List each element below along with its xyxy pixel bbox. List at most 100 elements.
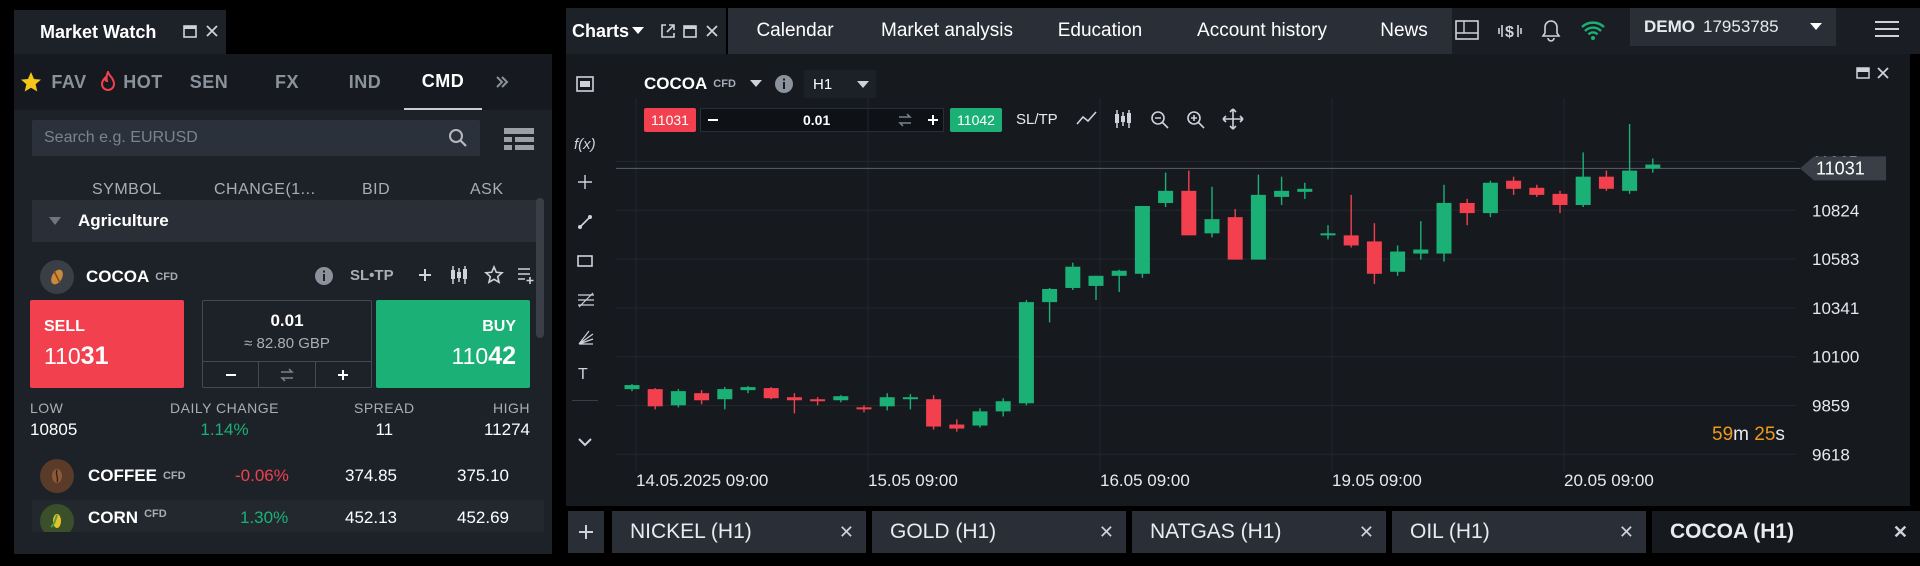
flame-icon <box>101 71 116 91</box>
dollar-exchange-icon[interactable]: $ <box>1496 18 1524 49</box>
y-tick-label: 10824 <box>1812 201 1859 220</box>
tab-account-history[interactable]: Account history <box>1168 8 1356 54</box>
favorite-star-icon[interactable] <box>484 264 504 290</box>
group-label: Agriculture <box>78 211 169 230</box>
candle-body <box>810 399 826 402</box>
info-icon[interactable] <box>314 266 334 291</box>
col-bid[interactable]: BID <box>362 181 390 199</box>
layout-icon[interactable] <box>1454 18 1480 47</box>
stat-low-value: 10805 <box>30 420 78 439</box>
sell-button[interactable]: SELL 11031 <box>30 300 184 388</box>
search-input[interactable]: Search e.g. EURUSD <box>32 120 480 156</box>
tab-market-analysis[interactable]: Market analysis <box>862 8 1032 54</box>
more-tabs-icon[interactable] <box>482 54 522 110</box>
countdown-seconds-unit: s <box>1775 424 1785 445</box>
tab-cmd[interactable]: CMD <box>404 54 482 110</box>
instrument-type: CFD <box>155 271 178 283</box>
candle-body <box>1204 219 1220 234</box>
swap-icon[interactable] <box>259 362 316 387</box>
chart-tab-oil[interactable]: OIL (H1) ✕ <box>1392 511 1646 553</box>
candle <box>1204 186 1220 238</box>
lot-increase-button[interactable] <box>316 362 371 387</box>
candle-body <box>902 397 918 400</box>
account-selector[interactable]: DEMO 17953785 <box>1630 8 1836 46</box>
candle <box>1529 184 1545 197</box>
sltp-button[interactable]: SL•TP <box>350 267 394 284</box>
popout-icon[interactable] <box>660 23 676 44</box>
buy-button[interactable]: BUY 11042 <box>376 300 530 388</box>
candles-icon[interactable] <box>448 264 470 291</box>
row-symbol: COFFEE <box>88 466 157 485</box>
lot-size-control: 0.01 ≈ 82.80 GBP <box>202 300 372 388</box>
tab-fav-label: FAV <box>51 71 87 92</box>
tab-charts[interactable]: Charts <box>566 8 726 54</box>
maximize-icon[interactable] <box>182 23 198 44</box>
candle-body <box>1158 190 1174 203</box>
lot-size-input[interactable]: 0.01 <box>203 311 371 331</box>
maximize-icon[interactable] <box>682 23 698 44</box>
chart-tab-nickel[interactable]: NICKEL (H1) ✕ <box>612 511 866 553</box>
candle <box>1320 225 1336 240</box>
tab-fx[interactable]: FX <box>248 54 326 110</box>
chart-tab-cocoa-active[interactable]: COCOA (H1) ✕ <box>1652 511 1920 553</box>
search-icon[interactable] <box>448 128 468 153</box>
candle-body <box>879 397 895 407</box>
candle-body <box>1390 251 1406 272</box>
tab-hot[interactable]: HOT <box>92 54 170 110</box>
stat-high-value: 11274 <box>483 420 530 439</box>
market-watch-tab[interactable]: Market Watch <box>14 10 226 54</box>
lot-decrease-button[interactable] <box>203 362 260 387</box>
candle-body <box>1343 235 1359 246</box>
candle-body <box>1274 190 1290 197</box>
chevron-down-icon <box>632 27 645 34</box>
close-icon[interactable]: ✕ <box>1893 522 1908 543</box>
col-ask[interactable]: ASK <box>470 181 504 199</box>
corn-logo-icon <box>40 504 74 532</box>
buy-price-pips: 42 <box>488 342 516 370</box>
tab-sen[interactable]: SEN <box>170 54 248 110</box>
row-bid: 374.85 <box>345 466 397 485</box>
chart-tab-natgas[interactable]: NATGAS (H1) ✕ <box>1132 511 1386 553</box>
candle-countdown: 59m 25s <box>1712 424 1785 446</box>
chart-tab-gold[interactable]: GOLD (H1) ✕ <box>872 511 1126 553</box>
watchlist-add-icon[interactable] <box>516 265 536 290</box>
candle <box>1459 198 1475 226</box>
stat-spread-value: 11 <box>375 420 394 439</box>
col-change[interactable]: CHANGE(1... <box>214 181 316 199</box>
chart-tabs-bar: NICKEL (H1) ✕ GOLD (H1) ✕ NATGAS (H1) ✕ OIL… <box>566 506 1920 554</box>
candle-body <box>786 397 802 401</box>
close-icon[interactable]: ✕ <box>839 522 854 543</box>
table-row[interactable]: CORN CFD 1.30% 452.13 452.69 <box>32 500 544 532</box>
row-type: CFD <box>144 508 167 520</box>
col-symbol[interactable]: SYMBOL <box>92 181 162 199</box>
group-agriculture[interactable]: Agriculture <box>32 200 544 242</box>
instrument-header[interactable]: COCOA CFD SL•TP <box>32 246 544 308</box>
price-chart[interactable]: 961898591010010341105831082411065 14.05.… <box>566 54 1910 506</box>
tab-education[interactable]: Education <box>1032 8 1168 54</box>
bell-icon[interactable] <box>1540 18 1562 47</box>
stat-spread: SPREAD 11 <box>354 400 415 440</box>
close-icon[interactable] <box>704 23 720 44</box>
row-symbol: CORN <box>88 508 139 527</box>
tab-ind[interactable]: IND <box>326 54 404 110</box>
candle-body <box>1018 302 1034 404</box>
candle <box>1506 176 1522 195</box>
tab-fav[interactable]: FAV <box>14 54 92 110</box>
hamburger-menu-icon[interactable] <box>1874 20 1900 43</box>
list-view-icon[interactable] <box>504 128 534 157</box>
chart-window: f(x) T COCOA CFD H1 11031 0.01 11042 SL/… <box>566 54 1910 506</box>
close-icon[interactable]: ✕ <box>1099 522 1114 543</box>
close-icon[interactable] <box>204 23 220 44</box>
add-icon[interactable] <box>416 266 434 289</box>
close-icon[interactable]: ✕ <box>1619 522 1634 543</box>
add-chart-button[interactable] <box>568 511 604 553</box>
close-icon[interactable]: ✕ <box>1359 522 1374 543</box>
candle <box>926 395 942 430</box>
table-row[interactable]: COFFEE CFD -0.06% 374.85 375.10 <box>32 454 544 498</box>
candle <box>1390 245 1406 276</box>
collapse-icon <box>49 217 61 225</box>
tab-news[interactable]: News <box>1356 8 1452 54</box>
tab-calendar[interactable]: Calendar <box>728 8 862 54</box>
sell-price: 11031 <box>44 342 170 371</box>
market-watch-header-bg <box>226 10 552 54</box>
